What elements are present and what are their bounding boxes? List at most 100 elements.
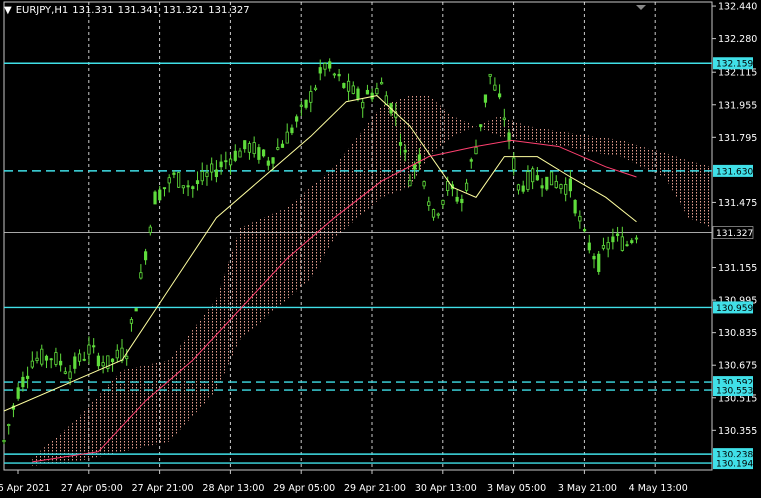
- candle-body: [148, 226, 152, 233]
- candle-body: [634, 237, 639, 240]
- candle-body: [153, 191, 157, 205]
- candle-body: [582, 229, 587, 232]
- candle-body: [398, 141, 403, 146]
- candle-body: [87, 344, 91, 355]
- candle-body: [49, 358, 53, 361]
- candle-body: [21, 376, 25, 388]
- candle-body: [224, 160, 228, 163]
- y-tick-label: 131.955: [718, 100, 757, 111]
- x-tick-label: 27 Apr 21:00: [132, 483, 194, 494]
- x-tick-label: 30 Apr 13:00: [415, 483, 477, 494]
- candle-body: [77, 353, 82, 362]
- y-tick-label: 132.280: [718, 34, 757, 45]
- candle-body: [129, 319, 134, 324]
- candle-body: [625, 244, 629, 247]
- candle-body: [361, 101, 365, 109]
- candle-body: [516, 184, 521, 191]
- candle-body: [578, 215, 582, 222]
- candle-body: [35, 357, 39, 361]
- candle-body: [464, 182, 469, 191]
- candle-body: [592, 255, 596, 260]
- candle-body: [271, 157, 275, 164]
- y-tick-label: 131.155: [718, 263, 757, 274]
- candle-body: [431, 209, 436, 218]
- candle-body: [243, 140, 247, 150]
- candle-body: [68, 371, 72, 379]
- candle-body: [110, 358, 115, 363]
- candle-body: [177, 172, 181, 188]
- candle-body: [342, 83, 346, 88]
- candle-body: [285, 131, 289, 144]
- candle-body: [115, 349, 119, 359]
- candle-body: [195, 180, 200, 185]
- candle-body: [205, 172, 209, 177]
- y-tick-label: 130.835: [718, 328, 757, 339]
- x-tick-label: 28 Apr 13:00: [202, 483, 264, 494]
- x-tick-label: 4 May 13:00: [629, 483, 688, 494]
- level-price-label: 131.630: [716, 167, 753, 177]
- candle-body: [379, 82, 384, 85]
- candle-body: [502, 117, 506, 120]
- candle-body: [408, 180, 412, 187]
- candle-body: [96, 355, 100, 367]
- candle-body: [143, 251, 148, 261]
- candle-body: [436, 213, 440, 216]
- candle-body: [2, 439, 6, 443]
- candle-body: [337, 73, 341, 77]
- x-tick-label: 3 May 21:00: [558, 483, 617, 494]
- candle-body: [295, 116, 299, 122]
- candle-body: [214, 169, 218, 178]
- candle-body: [483, 94, 488, 103]
- candle-body: [630, 240, 634, 244]
- current-price-label: 131.327: [716, 229, 753, 239]
- candle-body: [488, 73, 492, 77]
- candle-body: [313, 87, 318, 90]
- candle-body: [479, 124, 483, 128]
- candle-body: [125, 355, 129, 360]
- candle-body: [181, 185, 185, 189]
- y-tick-label: 131.475: [718, 198, 757, 209]
- candle-body: [616, 233, 620, 236]
- candle-body: [191, 186, 195, 190]
- candle-body: [280, 143, 285, 148]
- candle-body: [365, 89, 370, 95]
- candle-body: [290, 127, 294, 134]
- candle-body: [7, 424, 11, 426]
- candle-body: [597, 253, 601, 272]
- candle-body: [573, 199, 577, 214]
- candle-body: [497, 93, 502, 98]
- price-chart[interactable]: 26 Apr 2021 27 Apr 05:00 27 Apr 21:00 28 Ap…: [0, 0, 761, 498]
- candle-body: [228, 158, 233, 166]
- candle-body: [526, 171, 530, 190]
- candle-body: [332, 73, 337, 76]
- candle-body: [413, 164, 417, 170]
- y-tick-label: 131.795: [718, 133, 757, 144]
- candle-body: [309, 91, 313, 103]
- candle-body: [82, 358, 86, 361]
- candle-body: [507, 132, 511, 142]
- level-price-label: 130.553: [716, 387, 753, 397]
- chart-shift-marker: [636, 5, 646, 10]
- candle-body: [422, 181, 426, 187]
- candle-body: [54, 352, 58, 365]
- candle-body: [512, 157, 516, 170]
- y-tick-label: 130.355: [718, 426, 757, 437]
- level-price-label: 132.159: [716, 60, 753, 70]
- candle-body: [233, 150, 237, 161]
- candle-body: [162, 187, 167, 190]
- candle-body: [16, 387, 20, 399]
- candle-body: [304, 99, 308, 108]
- level-price-label: 130.959: [716, 304, 753, 314]
- candle-body: [611, 236, 615, 243]
- candle-body: [257, 147, 261, 160]
- candle-body: [139, 272, 143, 279]
- candle-body: [540, 185, 544, 189]
- candle-body: [158, 189, 162, 201]
- candle-body: [469, 159, 473, 162]
- candle-body: [620, 236, 624, 251]
- y-tick-label: 132.440: [718, 2, 757, 13]
- candle-body: [59, 360, 63, 366]
- candle-body: [44, 355, 49, 361]
- candle-body: [554, 180, 558, 188]
- candle-body: [474, 146, 478, 155]
